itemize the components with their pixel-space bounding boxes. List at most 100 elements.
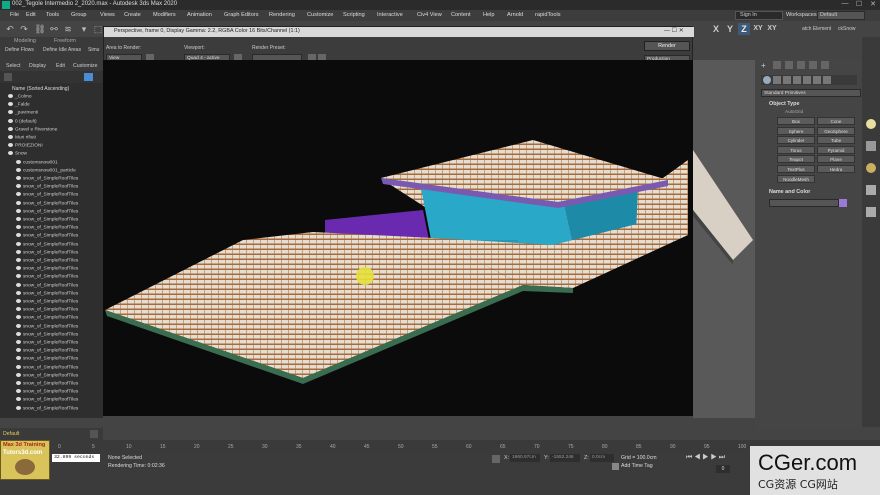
lock-selection-icon[interactable] [492,455,500,463]
current-frame[interactable]: 0 [716,465,730,473]
bind-icon[interactable]: ≋ [62,23,74,35]
render-button[interactable]: Render [644,41,690,51]
menu-arnold[interactable]: Arnold [507,12,523,18]
shapes-icon[interactable] [773,76,781,84]
define-flows-button[interactable]: Define Flows [5,47,34,53]
scene-row[interactable]: snow_of_SimpleRoofTiles [2,176,100,184]
spacewarps-icon[interactable] [813,76,821,84]
axis-y-button[interactable]: Y [724,23,736,35]
primitive-button[interactable]: Torus [777,145,815,154]
visibility-eye-icon[interactable] [16,266,21,271]
menu-display[interactable]: Display [29,63,46,69]
scene-row[interactable]: snow_of_SimpleRoofTiles [2,356,100,364]
x-coordinate[interactable]: 1960.97cm [510,454,540,462]
object-type-header[interactable]: Object Type [769,101,799,107]
visibility-eye-icon[interactable] [16,249,21,254]
axis-z-button[interactable]: Z [738,23,750,35]
visibility-eye-icon[interactable] [16,241,21,246]
visibility-eye-icon[interactable] [16,340,21,344]
scene-row[interactable]: snow_of_SimpleRoofTiles [2,348,100,356]
axis-xy2-button[interactable]: XY [766,23,778,35]
quicksnow-label[interactable]: ckSnow [838,26,856,32]
redo-icon[interactable]: ↷ [18,23,30,35]
visibility-eye-icon[interactable] [16,192,21,197]
scene-row[interactable]: snow_of_SimpleRoofTiles [2,233,100,241]
menu-graph-editors[interactable]: Graph Editors [224,12,259,18]
menu-content[interactable]: Content [451,12,471,18]
layer-icon[interactable] [90,430,98,438]
motion-tab-icon[interactable] [797,61,805,69]
scene-row[interactable]: snow_of_SimpleRoofTiles [2,389,100,397]
menu-edit-explorer[interactable]: Edit [56,63,65,69]
primitive-type-select[interactable]: Standard Primitives [761,89,861,97]
tool-icon[interactable] [866,141,876,151]
primitive-button[interactable]: Sphere [777,126,815,135]
menu-scripting[interactable]: Scripting [343,12,365,18]
scene-row[interactable]: PROIEZIONI [2,143,100,151]
helpers-icon[interactable] [803,76,811,84]
filter-icon[interactable] [4,73,12,81]
menu-customize[interactable]: Customize [307,12,333,18]
scene-row[interactable]: snow_of_SimpleRoofTiles [2,397,100,405]
primitive-button[interactable]: Cone [817,117,855,125]
modify-tab-icon[interactable] [773,61,781,69]
z-coordinate[interactable]: 0.0cm [590,454,614,462]
scene-row[interactable]: _Falde [2,102,100,110]
maxscript-listener[interactable]: 32.899 seconds [52,454,100,462]
visibility-eye-icon[interactable] [16,282,21,287]
menu-interactive[interactable]: Interactive [377,12,403,18]
visibility-eye-icon[interactable] [16,167,21,172]
visibility-eye-icon[interactable] [16,315,21,320]
rendered-image[interactable] [103,60,693,416]
scene-row[interactable]: snow_of_SimpleRoofTiles [2,315,100,323]
scene-row[interactable]: snow_of_SimpleRoofTiles [2,225,100,233]
autogrid-checkbox[interactable]: AutoGrid [785,109,803,114]
primitive-button[interactable]: Pyramid [817,145,855,154]
visibility-eye-icon[interactable] [16,184,21,189]
link-icon[interactable]: ⛓ [34,23,46,35]
signin-button[interactable]: Sign In [735,11,783,20]
light-bulb-icon[interactable] [866,119,876,129]
utilities-tab-icon[interactable] [821,61,829,69]
timeline[interactable]: 0 5 10 15 20 25 30 35 40 45 50 55 60 65 70 75 80 85 90 95 10… [0,440,880,454]
visibility-eye-icon[interactable] [16,323,21,328]
visibility-eye-icon[interactable] [16,233,21,238]
menu-create[interactable]: Create [124,12,141,18]
hierarchy-tab-icon[interactable] [785,61,793,69]
object-name-field[interactable] [769,199,839,207]
primitive-button[interactable]: Plane [817,155,855,164]
scene-row[interactable]: customsnow001 [2,159,100,168]
visibility-eye-icon[interactable] [16,372,21,377]
scene-row[interactable]: snow_of_SimpleRoofTiles [2,290,100,299]
visibility-eye-icon[interactable] [8,94,13,98]
visibility-eye-icon[interactable] [16,405,21,410]
playback-controls[interactable]: ⏮ ◀ ▶ ▶ ⏭ [686,454,725,462]
primitive-button[interactable]: Teapot [777,155,815,164]
visibility-eye-icon[interactable] [8,135,13,139]
scene-row[interactable]: snow_of_SimpleRoofTiles [2,364,100,373]
render-frame-controls[interactable]: — ☐ ✕ [664,27,684,34]
scene-row[interactable]: snow_of_SimpleRoofTiles [2,258,100,266]
menu-rapidtools[interactable]: rapidTools [535,12,561,18]
scene-header[interactable]: Name (Sorted Ascending) [12,86,69,92]
visibility-eye-icon[interactable] [8,118,13,123]
scene-row[interactable]: snow_of_SimpleRoofTiles [2,208,100,217]
scene-row[interactable]: snow_of_SimpleRoofTiles [2,331,100,340]
y-coordinate[interactable]: -1552.246 [550,454,580,462]
visibility-eye-icon[interactable] [16,225,21,230]
unlink-icon[interactable]: ⚯ [48,23,60,35]
visibility-eye-icon[interactable] [16,307,21,312]
scene-row[interactable]: snow_of_SimpleRoofTiles [2,381,100,389]
axis-xy-button[interactable]: XY [752,23,764,35]
primitive-button[interactable]: GeoSphere [817,126,855,135]
menu-modifiers[interactable]: Modifiers [153,12,176,18]
visibility-eye-icon[interactable] [8,110,13,115]
scene-row[interactable]: _Colmo [2,94,100,102]
visibility-eye-icon[interactable] [16,217,21,221]
scene-row[interactable]: snow_of_SimpleRoofTiles [2,372,100,381]
visibility-eye-icon[interactable] [16,389,21,394]
selection-filter-icon[interactable]: ▾ [78,23,90,35]
object-icon[interactable] [866,185,876,195]
systems-icon[interactable] [823,76,831,84]
scene-row[interactable]: snow_of_SimpleRoofTiles [2,274,100,282]
